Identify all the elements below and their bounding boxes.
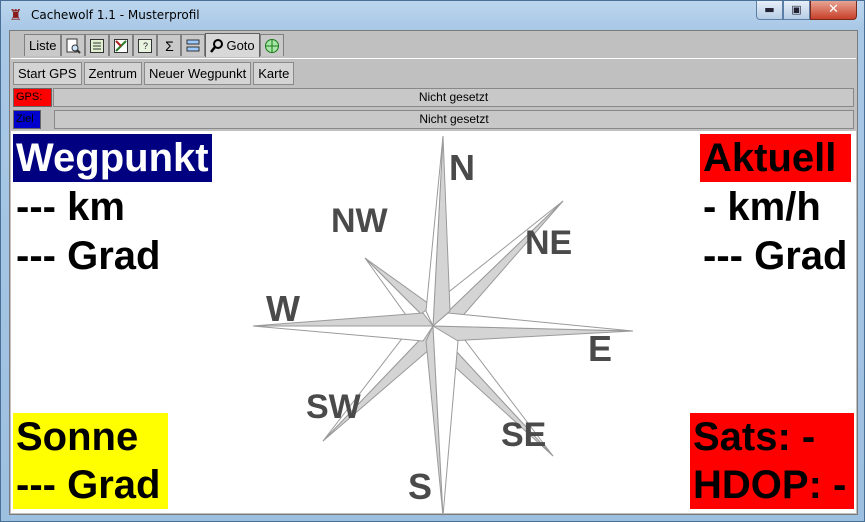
tab-goto-label: Goto <box>226 38 255 53</box>
compass-label-se: SE <box>501 416 546 454</box>
compass-rose: N NE E SE S SW W NW <box>252 136 633 516</box>
sats-count: Sats: - <box>693 415 816 459</box>
sats-panel: Sats: - HDOP: - <box>690 413 854 509</box>
hint-icon: ? <box>138 38 153 53</box>
compass-label-nw: NW <box>331 202 389 240</box>
goto-icon <box>210 38 224 53</box>
goto-compass-panel: Wegpunkt --- km --- Grad Aktuell - km/h … <box>11 131 856 516</box>
app-window: ♜ Cachewolf 1.1 - Musterprofil ▬ ▣ ✕ Lis… <box>0 0 865 522</box>
title-bar[interactable]: ♜ Cachewolf 1.1 - Musterprofil ▬ ▣ ✕ <box>1 1 864 29</box>
images-icon <box>186 39 200 51</box>
cachewolf-logo-icon: ♜ <box>9 6 23 24</box>
maximize-button[interactable]: ▣ <box>783 1 810 20</box>
sonne-title: Sonne <box>16 415 139 459</box>
karte-button[interactable]: Karte <box>253 61 295 85</box>
ziel-label: Ziel <box>13 110 41 129</box>
compass-label-w: W <box>266 288 300 329</box>
hdop-value: HDOP: - <box>693 463 847 507</box>
tab-solver[interactable]: Σ <box>157 34 182 56</box>
neuer-wegpunkt-button[interactable]: Neuer Wegpunkt <box>143 61 252 85</box>
compass-label-s: S <box>408 466 432 507</box>
gps-status-row: GPS: Nicht gesetzt <box>11 87 856 109</box>
window-title: Cachewolf 1.1 - Musterprofil <box>31 8 200 22</box>
magnifier-page-icon <box>66 38 82 54</box>
minimize-button[interactable]: ▬ <box>756 1 783 20</box>
wegpunkt-header: Wegpunkt <box>13 134 212 182</box>
ziel-value: Nicht gesetzt <box>54 110 854 129</box>
aktuell-speed: - km/h <box>703 185 821 229</box>
aktuell-bearing: --- Grad <box>703 234 848 278</box>
compass-label-e: E <box>588 328 612 369</box>
tab-images[interactable] <box>181 34 206 56</box>
tab-liste[interactable]: Liste <box>24 34 62 56</box>
gps-label: GPS: <box>13 88 52 107</box>
tab-radar[interactable] <box>259 34 284 56</box>
wegpunkt-bearing: --- Grad <box>16 234 161 278</box>
wegpunkt-distance: --- km <box>16 185 125 229</box>
tab-goto[interactable]: Goto <box>205 33 260 57</box>
tab-description[interactable] <box>85 34 110 56</box>
close-button[interactable]: ✕ <box>810 1 857 20</box>
tab-details-view[interactable] <box>61 34 86 56</box>
aktuell-header: Aktuell <box>700 134 851 182</box>
zentrum-button[interactable]: Zentrum <box>83 61 142 85</box>
gps-value: Nicht gesetzt <box>53 88 854 107</box>
sonne-panel: Sonne --- Grad <box>13 413 168 509</box>
sonne-bearing: --- Grad <box>16 463 161 507</box>
compass-label-sw: SW <box>306 388 362 426</box>
tab-calculator[interactable] <box>109 34 134 56</box>
goto-toolbar: Start GPS Zentrum Neuer Wegpunkt Karte <box>11 58 856 87</box>
details-icon <box>90 38 105 53</box>
calculator-icon <box>114 38 129 53</box>
compass-label-n: N <box>449 147 475 188</box>
sum-icon: Σ <box>165 37 174 54</box>
tab-hint[interactable]: ? <box>133 34 158 56</box>
start-gps-button[interactable]: Start GPS <box>13 61 82 85</box>
compass-label-ne: NE <box>525 224 572 262</box>
client-area: Liste ? Σ Goto Start GPS Zentrum Neuer W… <box>9 30 858 516</box>
tab-bar: Liste ? Σ Goto <box>24 33 284 57</box>
ziel-status-row: Ziel Nicht gesetzt <box>11 109 856 131</box>
radar-icon <box>264 38 279 53</box>
